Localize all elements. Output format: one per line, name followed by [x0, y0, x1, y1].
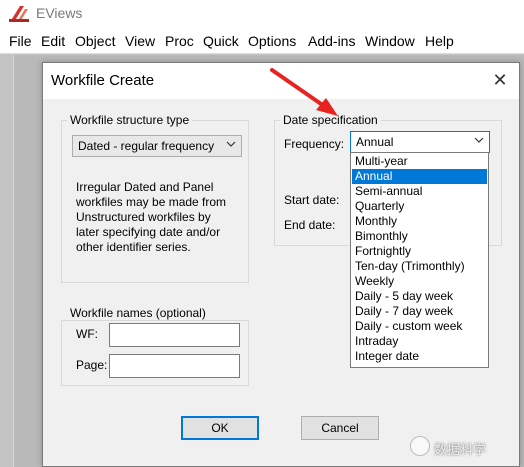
dropdown-option[interactable]: Multi-year — [352, 154, 487, 169]
dropdown-option[interactable]: Ten-day (Trimonthly) — [352, 259, 487, 274]
menu-view[interactable]: View — [125, 33, 155, 49]
cancel-button[interactable]: Cancel — [301, 416, 379, 440]
dropdown-option[interactable]: Intraday — [352, 334, 487, 349]
menu-window[interactable]: Window — [365, 33, 415, 49]
frequency-select[interactable]: Annual — [350, 131, 490, 153]
menu-edit[interactable]: Edit — [41, 33, 65, 49]
info-line: workfiles may be made from — [76, 195, 227, 209]
menu-help[interactable]: Help — [425, 33, 454, 49]
watermark: 数据科学 — [410, 434, 520, 460]
wf-label: WF: — [76, 327, 98, 341]
menu-proc[interactable]: Proc — [165, 33, 194, 49]
ok-button[interactable]: OK — [181, 416, 259, 440]
start-date-label: Start date: — [284, 193, 340, 207]
dropdown-option[interactable]: Weekly — [352, 274, 487, 289]
names-group-label: Workfile names (optional) — [67, 306, 209, 320]
menu-object[interactable]: Object — [75, 33, 115, 49]
info-line: later specifying date and/or — [76, 225, 221, 239]
dropdown-option[interactable]: Integer date — [352, 349, 487, 364]
eviews-logo-icon — [9, 6, 29, 22]
dropdown-option[interactable]: Daily - 5 day week — [352, 289, 487, 304]
menubar: File Edit Object View Proc Quick Options… — [0, 28, 524, 54]
menu-quick[interactable]: Quick — [203, 33, 239, 49]
wf-name-field[interactable] — [109, 323, 240, 347]
structure-group-label: Workfile structure type — [67, 113, 193, 127]
menu-addins[interactable]: Add-ins — [308, 33, 355, 49]
info-line: Irregular Dated and Panel — [76, 180, 214, 194]
chevron-down-icon — [474, 137, 484, 143]
app-titlebar: EViews — [0, 0, 524, 28]
page-label: Page: — [76, 358, 108, 372]
dropdown-option[interactable]: Daily - 7 day week — [352, 304, 487, 319]
watermark-text: 数据科学 — [434, 442, 487, 457]
dropdown-option[interactable]: Bimonthly — [352, 229, 487, 244]
chevron-down-icon — [226, 141, 236, 147]
dropdown-option[interactable]: Semi-annual — [352, 184, 487, 199]
annotation-arrow — [270, 68, 338, 116]
dropdown-option[interactable]: Fortnightly — [352, 244, 487, 259]
structure-type-value: Dated - regular frequency — [78, 139, 215, 153]
structure-type-select[interactable]: Dated - regular frequency — [72, 135, 242, 157]
dropdown-option[interactable]: Quarterly — [352, 199, 487, 214]
frequency-dropdown-list: Multi-year Annual Semi-annual Quarterly … — [350, 152, 489, 368]
watermark-logo-icon — [410, 436, 430, 456]
end-date-label: End date: — [284, 218, 336, 232]
dropdown-option[interactable]: Monthly — [352, 214, 487, 229]
dialog-title: Workfile Create — [51, 72, 155, 89]
menu-options[interactable]: Options — [248, 33, 296, 49]
close-icon[interactable]: ✕ — [489, 69, 511, 91]
dropdown-option-selected[interactable]: Annual — [352, 169, 487, 184]
dropdown-option[interactable]: Daily - custom week — [352, 319, 487, 334]
info-line: other identifier series. — [76, 240, 191, 254]
workspace-left-strip — [0, 55, 14, 467]
frequency-label: Frequency: — [284, 137, 345, 151]
app-title: EViews — [36, 5, 83, 21]
frequency-value: Annual — [356, 135, 394, 149]
menu-file[interactable]: File — [9, 33, 32, 49]
info-line: Unstructured workfiles by — [76, 210, 211, 224]
page-name-field[interactable] — [109, 354, 240, 378]
structure-info-text: Irregular Dated and Panel workfiles may … — [76, 180, 226, 255]
